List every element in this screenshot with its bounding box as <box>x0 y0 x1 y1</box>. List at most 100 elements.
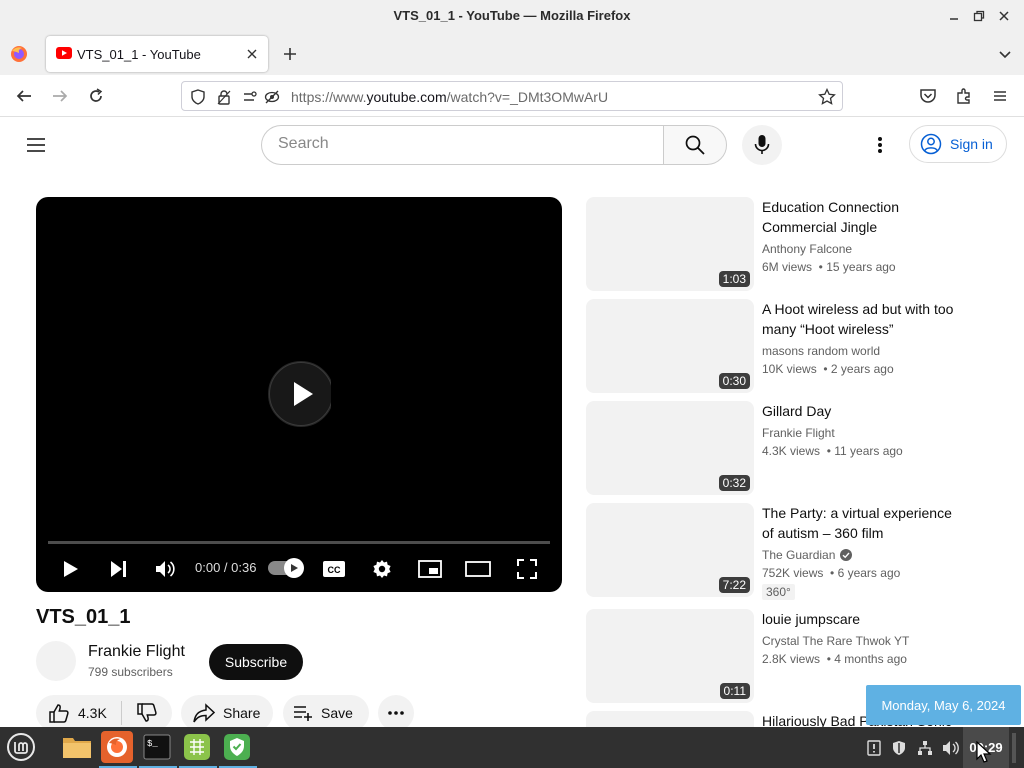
verified-check-icon <box>840 549 853 561</box>
list-all-tabs-icon[interactable] <box>996 45 1014 63</box>
recommendation-title[interactable]: A Hoot wireless ad but with too many “Ho… <box>762 299 962 339</box>
recommendation-title[interactable]: louie jumpscare <box>762 609 962 629</box>
back-icon[interactable] <box>12 84 36 108</box>
recommendation-item[interactable]: 0:30 A Hoot wireless ad but with too man… <box>586 299 966 393</box>
save-button[interactable]: Save <box>283 695 369 731</box>
next-video-icon[interactable] <box>104 555 132 583</box>
more-options-icon[interactable] <box>868 133 892 157</box>
recommendation-item[interactable]: 7:22 The Party: a virtual experience of … <box>586 503 966 600</box>
miniplayer-icon[interactable] <box>416 555 444 583</box>
video-thumbnail[interactable]: 7:22 <box>586 503 754 597</box>
more-actions-button[interactable] <box>378 695 414 731</box>
microphone-icon <box>754 135 770 154</box>
recommendation-channel[interactable]: Anthony Falcone <box>762 242 852 256</box>
video-thumbnail[interactable]: 1:03 <box>586 197 754 291</box>
share-button[interactable]: Share <box>181 695 273 731</box>
video-thumbnail[interactable]: 0:11 <box>586 609 754 703</box>
theater-mode-icon[interactable] <box>464 555 492 583</box>
video-thumbnail[interactable] <box>586 711 754 727</box>
svg-text:$_: $_ <box>147 739 158 749</box>
more-horizontal-icon <box>388 711 404 715</box>
spreadsheet-icon[interactable] <box>181 731 213 763</box>
bookmark-star-icon[interactable] <box>818 88 836 106</box>
dislike-button[interactable] <box>136 702 158 724</box>
video-thumbnail[interactable]: 0:32 <box>586 401 754 495</box>
youtube-favicon-icon <box>56 47 72 59</box>
progress-bar[interactable] <box>48 541 550 544</box>
shield-tray-icon[interactable] <box>890 739 908 757</box>
restore-icon[interactable] <box>970 7 988 25</box>
recommendation-item[interactable]: 1:03 Education Connection Commercial Jin… <box>586 197 966 291</box>
pocket-icon[interactable] <box>916 84 940 108</box>
new-tab-icon[interactable] <box>281 45 299 63</box>
search-icon <box>685 135 705 155</box>
reload-icon[interactable] <box>84 84 108 108</box>
save-label: Save <box>321 705 353 721</box>
volume-tray-icon[interactable] <box>942 739 960 757</box>
vpn-shield-icon[interactable] <box>221 731 253 763</box>
duration-badge: 0:11 <box>719 683 750 699</box>
sign-in-button[interactable]: Sign in <box>909 125 1007 163</box>
terminal-icon[interactable]: $_ <box>141 731 173 763</box>
subtitles-icon[interactable]: CC <box>320 555 348 583</box>
tab-close-icon[interactable] <box>244 46 260 62</box>
files-icon[interactable] <box>61 731 93 763</box>
settings-gear-icon[interactable] <box>368 555 396 583</box>
recommendation-title[interactable]: Gillard Day <box>762 401 962 421</box>
like-dislike-group: 4.3K <box>36 695 172 731</box>
recommendation-meta: 2.8K views • 4 months ago <box>762 652 907 666</box>
recommendation-meta: 6M views • 15 years ago <box>762 260 896 274</box>
recommendation-channel[interactable]: Crystal The Rare Thwok YT <box>762 634 909 648</box>
search-button[interactable] <box>663 125 727 165</box>
firefox-view-icon[interactable] <box>10 45 28 63</box>
tab-youtube[interactable]: VTS_01_1 - YouTube <box>46 36 268 72</box>
subscriber-count: 799 subscribers <box>88 665 173 679</box>
mint-menu-icon[interactable] <box>5 731 37 763</box>
search-input[interactable] <box>278 135 648 153</box>
autoplay-toggle[interactable] <box>268 558 304 578</box>
search-box <box>261 125 664 165</box>
large-play-button[interactable] <box>267 361 331 427</box>
channel-name[interactable]: Frankie Flight <box>88 643 185 661</box>
recommendation-meta: 752K views • 6 years ago <box>762 566 901 580</box>
like-button[interactable]: 4.3K <box>48 702 107 724</box>
video-player[interactable]: 0:00 / 0:36 CC <box>36 197 562 592</box>
autoplay-blocked-icon[interactable] <box>264 89 280 105</box>
recommendation-channel[interactable]: Frankie Flight <box>762 426 835 440</box>
share-label: Share <box>223 705 261 721</box>
url-bar[interactable]: https://www.youtube.com/watch?v=_DMt3OMw… <box>181 81 843 111</box>
app-menu-icon[interactable] <box>988 84 1012 108</box>
svg-text:CC: CC <box>328 565 341 575</box>
recommendation-title[interactable]: The Party: a virtual experience of autis… <box>762 503 962 543</box>
extensions-icon[interactable] <box>952 84 976 108</box>
tab-strip: VTS_01_1 - YouTube <box>0 33 1024 75</box>
site-lock-icon[interactable] <box>216 89 232 105</box>
tab-label: VTS_01_1 - YouTube <box>77 47 201 62</box>
guide-menu-icon[interactable] <box>24 133 48 157</box>
minimize-icon[interactable] <box>945 7 963 25</box>
volume-icon[interactable] <box>151 555 179 583</box>
tracking-protection-icon[interactable] <box>190 89 206 105</box>
url-text: https://www.youtube.com/watch?v=_DMt3OMw… <box>291 89 609 105</box>
update-manager-icon[interactable] <box>865 739 883 757</box>
forward-icon[interactable] <box>48 84 72 108</box>
recommendation-meta: 4.3K views • 11 years ago <box>762 444 903 458</box>
fullscreen-icon[interactable] <box>513 555 541 583</box>
recommendation-channel[interactable]: The Guardian <box>762 548 853 562</box>
recommendation-item[interactable]: 0:32 Gillard Day Frankie Flight 4.3K vie… <box>586 401 966 495</box>
play-icon[interactable] <box>56 555 84 583</box>
window-titlebar: VTS_01_1 - YouTube — Mozilla Firefox <box>0 0 1024 33</box>
recommendation-channel[interactable]: masons random world <box>762 344 880 358</box>
subscribe-button[interactable]: Subscribe <box>209 644 303 680</box>
voice-search-button[interactable] <box>742 125 782 165</box>
close-window-icon[interactable] <box>995 7 1013 25</box>
recommendation-title[interactable]: Education Connection Commercial Jingle <box>762 197 962 237</box>
navigation-bar: https://www.youtube.com/watch?v=_DMt3OMw… <box>0 75 1024 117</box>
permissions-icon[interactable] <box>242 89 258 105</box>
channel-avatar[interactable] <box>36 641 76 681</box>
network-icon[interactable] <box>916 739 934 757</box>
video-thumbnail[interactable]: 0:30 <box>586 299 754 393</box>
time-display: 0:00 / 0:36 <box>195 560 257 575</box>
show-desktop-button[interactable] <box>1012 733 1016 763</box>
firefox-taskbar-icon[interactable] <box>101 731 133 763</box>
